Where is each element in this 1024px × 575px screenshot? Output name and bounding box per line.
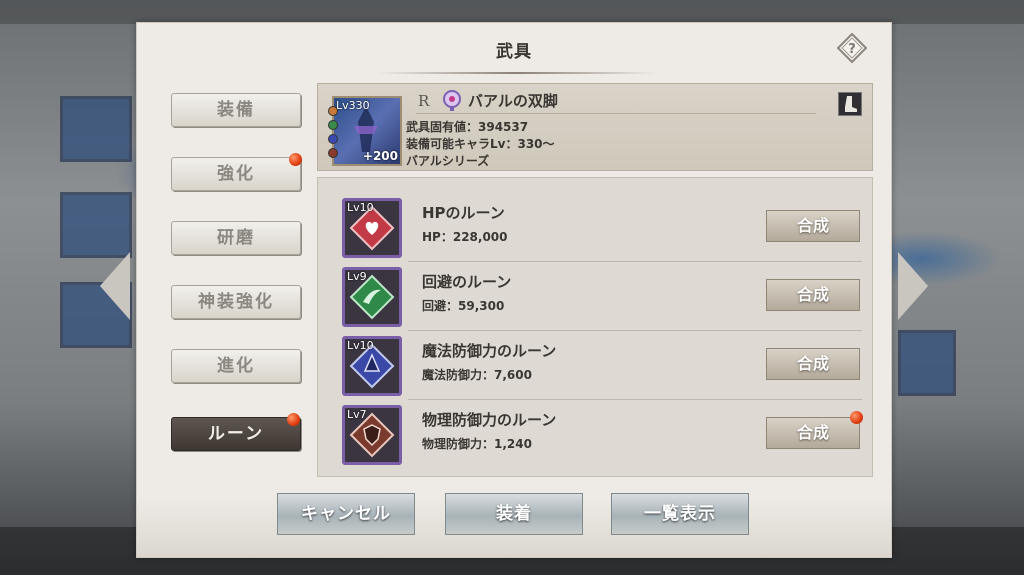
synthesize-button[interactable]: 合成 — [766, 279, 860, 311]
synthesize-button[interactable]: 合成 — [766, 348, 860, 380]
weapon-value: 武具固有値：394537 — [406, 120, 529, 134]
equip-button[interactable]: 装着 — [445, 493, 583, 535]
synthesize-button[interactable]: 合成 — [766, 417, 860, 449]
sidebar-item-equip[interactable]: 装備 — [171, 93, 301, 127]
element-orb-icon — [328, 134, 338, 144]
sidebar-item-enhance[interactable]: 強化 — [171, 157, 301, 191]
rune-row-physical-defense: Lv7 物理防御力のルーン 物理防御力：1,240 合成 — [336, 401, 863, 469]
rune-row-magic-defense: Lv10 魔法防御力のルーン 魔法防御力：7,600 合成 — [336, 332, 862, 400]
element-orb-icon — [328, 106, 338, 116]
weapon-equip-level: 装備可能キャラLv：330～ — [406, 137, 555, 151]
weapon-category-icon — [443, 90, 461, 111]
notification-badge — [850, 411, 863, 424]
magic-defense-rune-icon[interactable]: Lv10 — [342, 336, 402, 396]
element-orb-icon — [328, 148, 338, 158]
sidebar-item-polish[interactable]: 研磨 — [171, 221, 301, 255]
background-tile — [60, 192, 132, 258]
dialog-title: 武具 — [496, 42, 532, 62]
page-next-arrow-icon[interactable] — [898, 252, 928, 320]
rune-level: Lv9 — [347, 270, 367, 283]
page-prev-arrow-icon[interactable] — [100, 252, 130, 320]
notification-badge — [289, 153, 302, 166]
rune-name: HPのルーン — [422, 204, 505, 222]
background-tile — [898, 330, 956, 396]
rune-level: Lv10 — [347, 339, 374, 352]
rune-stat: HP：228,000 — [422, 230, 508, 244]
synthesize-button[interactable]: 合成 — [766, 210, 860, 242]
element-orb-icon — [328, 120, 338, 130]
list-view-button[interactable]: 一覧表示 — [611, 493, 749, 535]
rune-stat: 魔法防御力：7,600 — [422, 368, 532, 382]
physical-defense-rune-icon[interactable]: Lv7 — [342, 405, 402, 465]
notification-badge — [287, 413, 300, 426]
evasion-rune-icon[interactable]: Lv9 — [342, 267, 402, 327]
weapon-series: バアルシリーズ — [406, 154, 490, 168]
weapon-plus-value: +200 — [362, 149, 398, 163]
background-tile — [60, 96, 132, 162]
sidebar-item-rune[interactable]: ルーン — [171, 417, 301, 451]
rune-list: Lv10 HPのルーン HP：228,000 合成 Lv9 回避のルーン 回避：… — [317, 177, 873, 477]
rune-name: 魔法防御力のルーン — [422, 342, 557, 360]
boots-icon — [838, 92, 862, 116]
rune-stat: 物理防御力：1,240 — [422, 437, 532, 451]
rune-level: Lv10 — [347, 201, 374, 214]
weapon-level: Lv330 — [336, 99, 370, 112]
row-divider — [408, 330, 862, 331]
rune-name: 物理防御力のルーン — [422, 411, 557, 429]
weapon-name: バアルの双脚 — [468, 92, 558, 110]
cancel-button[interactable]: キャンセル — [277, 493, 415, 535]
rarity-label: R — [418, 92, 430, 110]
hp-rune-icon[interactable]: Lv10 — [342, 198, 402, 258]
sidebar-item-divine-enhance[interactable]: 神装強化 — [171, 285, 301, 319]
rune-row-hp: Lv10 HPのルーン HP：228,000 合成 — [336, 194, 862, 262]
background-top-bar — [0, 0, 1024, 24]
rune-row-evasion: Lv9 回避のルーン 回避：59,300 合成 — [336, 263, 862, 331]
rune-level: Lv7 — [347, 408, 367, 421]
rune-name: 回避のルーン — [422, 273, 512, 291]
title-divider — [377, 72, 657, 74]
weapon-thumbnail[interactable]: Lv330 +200 — [328, 96, 402, 166]
name-divider — [416, 113, 816, 114]
help-icon[interactable]: ? — [837, 33, 867, 63]
row-divider — [408, 399, 862, 400]
svg-text:?: ? — [848, 42, 856, 57]
rune-stat: 回避：59,300 — [422, 299, 505, 313]
sidebar-item-evolve[interactable]: 進化 — [171, 349, 301, 383]
row-divider — [408, 261, 862, 262]
weapon-info-panel: Lv330 +200 R バアルの双脚 武具固有値：394537 装備可能キャラ… — [317, 83, 873, 171]
weapon-dialog: 武具 ? 装備 強化 研磨 神装強化 進化 ルーン Lv330 +200 R バ… — [136, 22, 892, 558]
